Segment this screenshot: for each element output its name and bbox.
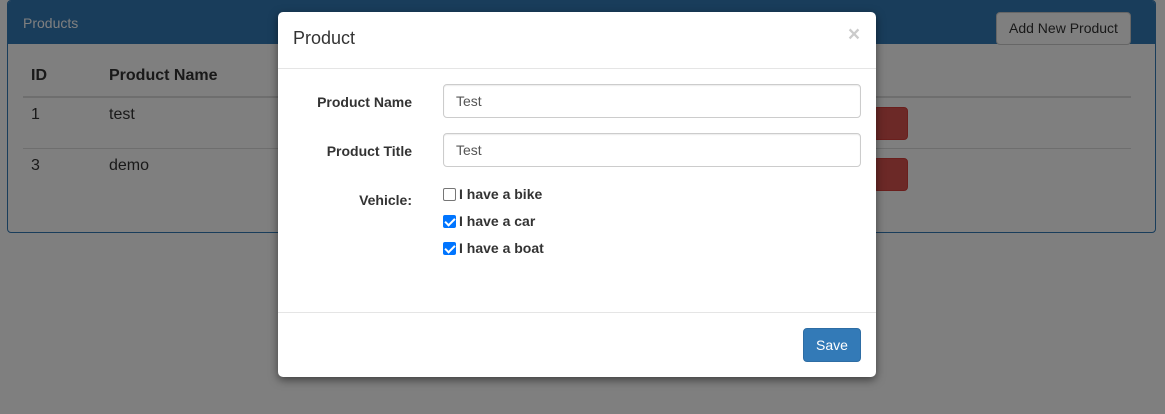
car-checkbox-label: I have a car — [459, 213, 536, 229]
vehicle-label: Vehicle: — [359, 192, 412, 208]
modal-header: Product × — [278, 12, 876, 69]
close-icon[interactable]: × — [847, 24, 861, 45]
bike-checkbox-label: I have a bike — [459, 186, 543, 202]
modal-title: Product — [293, 28, 356, 48]
product-title-input[interactable] — [443, 133, 861, 167]
product-title-label: Product Title — [326, 143, 412, 159]
bike-checkbox[interactable] — [443, 187, 456, 201]
product-modal: Product × Product Name Product Title Veh… — [278, 12, 876, 377]
vehicle-option-car[interactable]: I have a car — [443, 211, 535, 231]
product-name-input[interactable] — [443, 84, 861, 118]
modal-body: Product Name Product Title Vehicle: I ha… — [278, 69, 876, 313]
save-button[interactable]: Save — [803, 328, 861, 362]
product-name-label: Product Name — [317, 94, 412, 110]
modal-footer: Save — [278, 312, 876, 377]
car-checkbox[interactable] — [443, 214, 456, 228]
boat-checkbox[interactable] — [443, 241, 456, 255]
vehicle-option-boat[interactable]: I have a boat — [443, 238, 544, 258]
vehicle-option-bike[interactable]: I have a bike — [443, 184, 542, 204]
boat-checkbox-label: I have a boat — [459, 240, 544, 256]
